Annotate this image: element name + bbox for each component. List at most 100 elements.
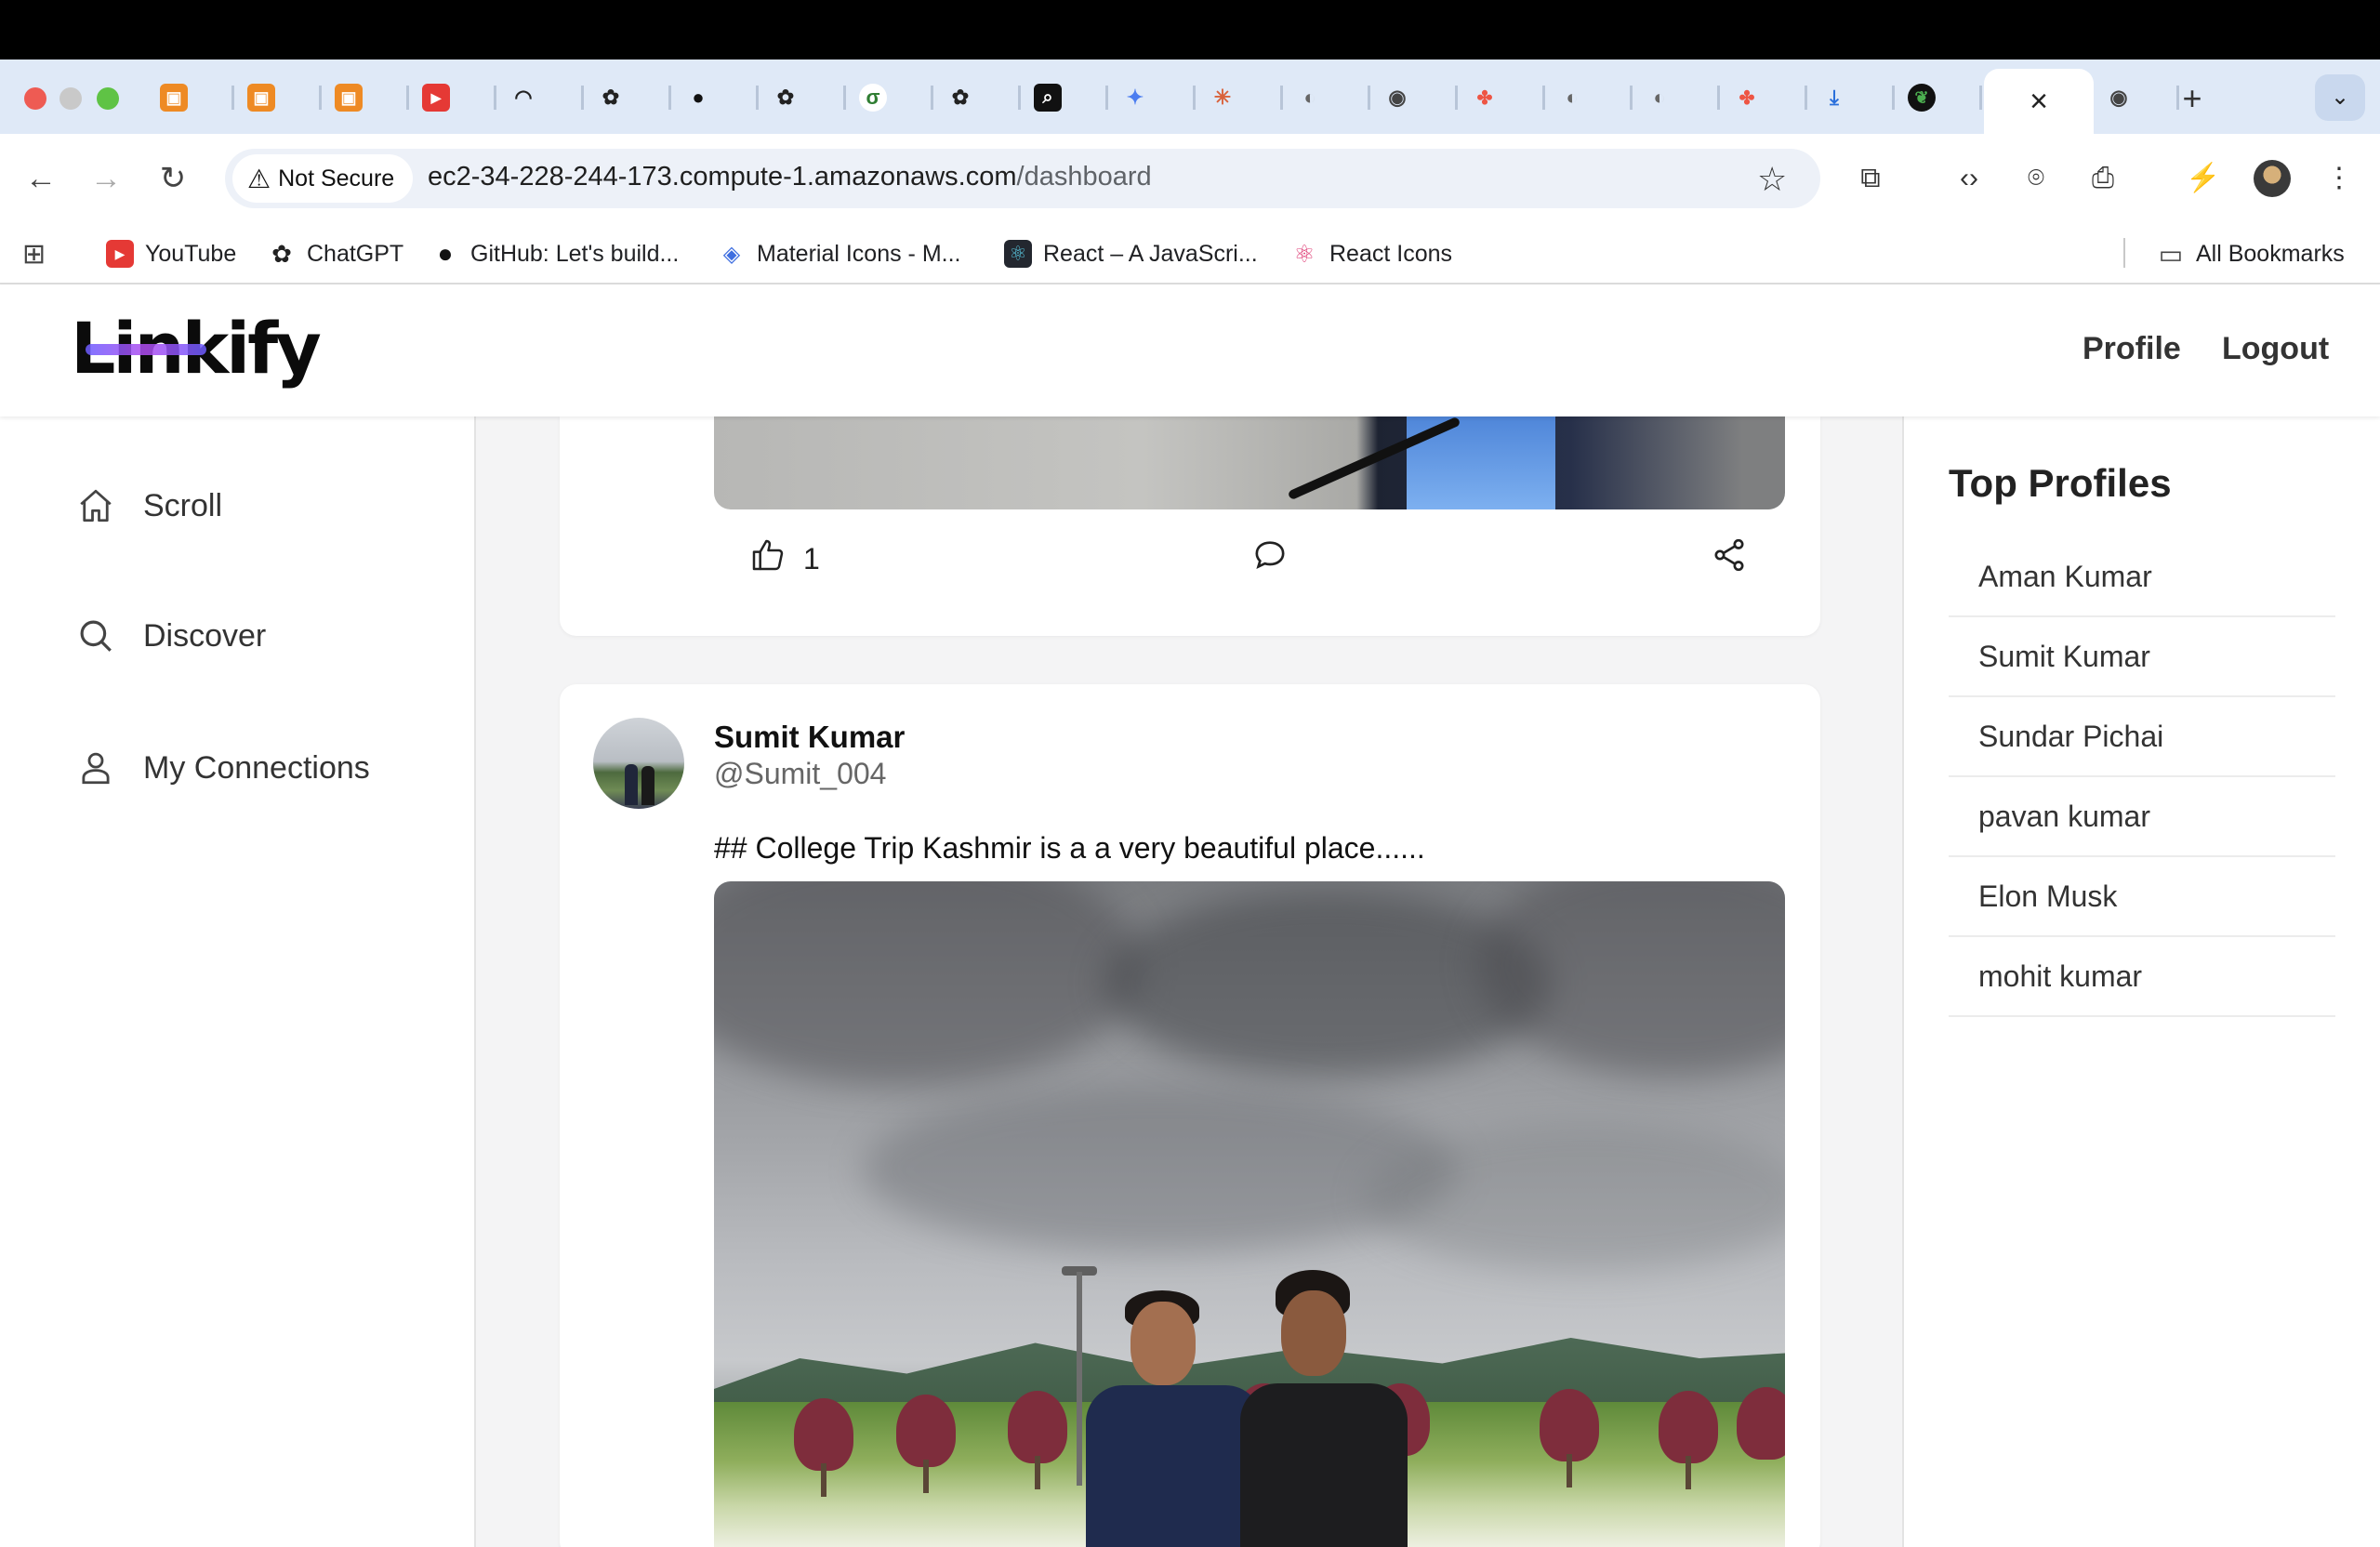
react-icon: ⚛ [1004,240,1032,268]
bookmark-label: React Icons [1329,240,1453,267]
forward-button[interactable]: → [86,158,126,199]
tab-18[interactable]: ◐ [1634,69,1722,126]
profile-item[interactable]: Sundar Pichai [1949,697,2335,777]
bookmark-star-icon[interactable]: ☆ [1757,160,1787,199]
chatgpt-icon: ✿ [776,86,795,109]
share-icon [1711,536,1748,581]
new-tab-button[interactable]: + [2172,78,2213,119]
minimize-window-button[interactable] [60,87,82,110]
search-app-icon: ⌕ [1034,84,1062,112]
post-author-handle: @Sumit_004 [714,757,887,790]
back-button[interactable]: ← [20,158,61,199]
tab-21[interactable]: ❦ [1897,69,1984,126]
tab-13[interactable]: ✳ [1197,69,1285,126]
url-text[interactable]: ec2-34-228-244-173.compute-1.amazonaws.c… [428,162,1152,192]
gemini-icon: ✦ [1126,86,1144,109]
maximize-window-button[interactable] [97,87,119,110]
share-button[interactable] [1711,536,1748,582]
profile-item[interactable]: Aman Kumar [1949,537,2335,617]
sidebar-item-label: Discover [143,617,267,654]
tab-16[interactable]: ✤ [1460,69,1547,126]
github-icon: ● [437,239,454,268]
chatgpt-icon: ✿ [271,239,292,268]
tab-1[interactable]: ▣ [149,69,236,126]
close-tab-icon[interactable]: × [2030,84,2048,120]
tab-15[interactable]: ◉ [1372,69,1460,126]
bookmark-youtube[interactable]: ▶ YouTube [106,238,236,270]
tab-list: ▣ ▣ ▣ ▶ ◠ ✿ ● ✿ σ ✿ ⌕ ✦ ✳ ◐ ◉ ✤ ◐ ◐ ✤ ⤓ … [149,69,2181,134]
user-icon [74,747,117,789]
profile-item[interactable]: mohit kumar [1949,937,2335,1017]
apps-grid-icon[interactable]: ⊞ [22,238,46,270]
globe-icon: ◐ [1303,86,1316,109]
nav-logout-link[interactable]: Logout [2222,331,2329,367]
tab-19[interactable]: ✤ [1722,69,1809,126]
close-window-button[interactable] [24,87,46,110]
tab-10[interactable]: ✿ [935,69,1023,126]
tab-23[interactable]: ◉ [2094,69,2181,126]
url-host: ec2-34-228-244-173.compute-1.amazonaws.c… [428,162,1017,192]
comment-button[interactable] [1251,536,1289,582]
logo-swoosh [86,344,206,355]
sidebar-item-my-connections[interactable]: My Connections [74,740,370,796]
sidebar-item-label: My Connections [143,749,370,786]
all-bookmarks-button[interactable]: ▭ All Bookmarks [2157,238,2345,270]
bookmark-label: React – A JavaScri... [1043,240,1258,267]
profile-item[interactable]: Elon Musk [1949,857,2335,937]
tab-6[interactable]: ✿ [586,69,673,126]
tab-12[interactable]: ✦ [1110,69,1197,126]
tab-2[interactable]: ▣ [236,69,324,126]
tab-11[interactable]: ⌕ [1023,69,1110,126]
bookmark-react[interactable]: ⚛ React – A JavaScri... [1004,238,1258,270]
sidebar-item-scroll[interactable]: Scroll [74,478,222,534]
profile-item[interactable]: Sumit Kumar [1949,617,2335,697]
chrome-icon: ◉ [1388,86,1407,109]
tab-7[interactable]: ● [673,69,760,126]
folder-icon: ▭ [2158,239,2184,269]
bookmark-label: ChatGPT [307,240,404,267]
nav-profile-link[interactable]: Profile [2082,331,2181,367]
tab-3[interactable]: ▣ [324,69,411,126]
tab-9[interactable]: σ [848,69,935,126]
menu-icon[interactable]: ⋮ [2319,158,2360,199]
bookmark-github[interactable]: ● GitHub: Let's build... [431,238,680,270]
tab-17[interactable]: ◐ [1547,69,1634,126]
tab-4[interactable]: ▶ [411,69,498,126]
bookmark-material-icons[interactable]: ◈ Material Icons - M... [718,238,961,270]
tab-5[interactable]: ◠ [498,69,586,126]
app-grid-icon: ✤ [1476,87,1493,109]
reload-button[interactable]: ↻ [152,158,193,199]
profile-item[interactable]: pavan kumar [1949,777,2335,857]
tab-search-button[interactable]: ⌄ [2315,74,2365,121]
home-icon [74,484,117,527]
react-icons-icon: ⚛ [1293,239,1316,268]
bookmark-chatgpt[interactable]: ✿ ChatGPT [268,238,403,270]
like-count: 1 [803,541,820,575]
url-path: /dashboard [1016,162,1152,192]
screenshot-icon[interactable]: ⌾ [2016,158,2056,199]
tab-20[interactable]: ⤓ [1809,69,1897,126]
thumbs-up-icon [749,536,787,581]
tab-active[interactable]: × [1984,69,2094,134]
claude-icon: ✳ [1213,86,1232,109]
post-author-name[interactable]: Sumit Kumar [714,720,905,755]
sidebar-item-discover[interactable]: Discover [74,608,266,664]
profile-avatar[interactable] [2254,160,2291,197]
author-avatar[interactable] [593,718,684,809]
post-image [714,416,1785,509]
print-icon[interactable]: ⎙ [2082,158,2123,199]
extensions-icon[interactable]: ⧉ [1850,158,1891,199]
copilot-icon: ◠ [514,86,533,109]
like-button[interactable]: 1 [749,536,820,582]
devtools-icon[interactable]: ‹› [1949,158,1990,199]
performance-icon[interactable]: ⚡ [2183,158,2224,199]
tab-14[interactable]: ◐ [1285,69,1372,126]
bookmark-react-icons[interactable]: ⚛ React Icons [1290,238,1452,270]
bookmark-label: Material Icons - M... [757,240,961,267]
security-label: Not Secure [278,165,395,192]
bookmarks-divider [2123,238,2125,268]
youtube-icon: ▶ [422,84,450,112]
leaf-icon: σ [859,84,887,112]
security-chip[interactable]: ⚠ Not Secure [232,154,414,203]
tab-8[interactable]: ✿ [760,69,848,126]
